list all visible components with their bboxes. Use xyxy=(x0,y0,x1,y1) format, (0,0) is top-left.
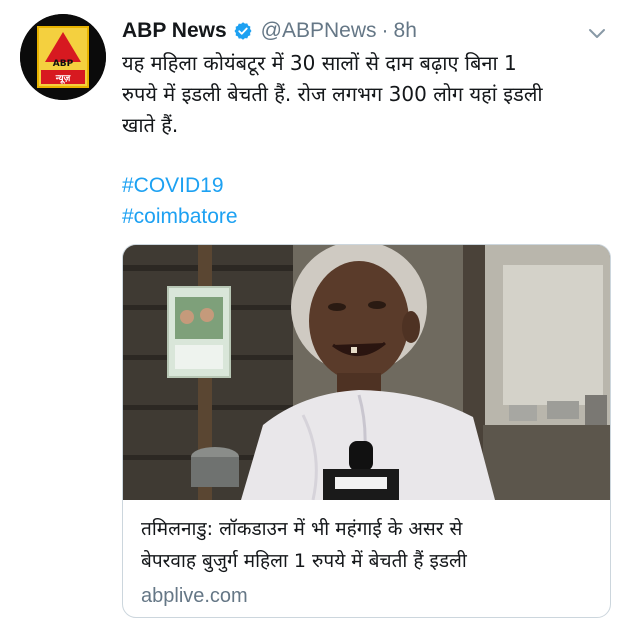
chevron-down-icon[interactable] xyxy=(586,22,608,44)
tweet-text-line: यह महिला कोयंबटूर में 30 सालों से दाम बढ… xyxy=(122,51,517,75)
avatar[interactable]: ABP न्यूज़ xyxy=(20,14,106,100)
card-title-line: तमिलनाडु: लॉकडाउन में भी महंगाई के असर स… xyxy=(141,518,463,540)
separator-dot: · xyxy=(381,19,389,42)
logo-top-text: ABP xyxy=(53,59,74,69)
card-title-line: बेपरवाह बुजुर्ग महिला 1 रुपये में बेचती … xyxy=(141,550,467,572)
verified-badge-icon xyxy=(233,21,253,41)
tweet-text: यह महिला कोयंबटूर में 30 सालों से दाम बढ… xyxy=(122,48,612,141)
hashtag-covid19[interactable]: #COVID19 xyxy=(122,174,224,198)
card-image[interactable] xyxy=(123,245,610,500)
handle[interactable]: @ABPNews xyxy=(261,19,377,43)
link-card[interactable]: तमिलनाडु: लॉकडाउन में भी महंगाई के असर स… xyxy=(122,244,611,618)
tweet[interactable]: ABP न्यूज़ ABP News @ABPNews · 8h यह महि… xyxy=(0,0,630,624)
tweet-text-line: रुपये में इडली बेचती हैं. रोज लगभग 300 ल… xyxy=(122,82,543,106)
card-domain[interactable]: abplive.com xyxy=(141,585,248,608)
abp-news-logo: ABP न्यूज़ xyxy=(20,14,106,100)
tweet-text-line: खाते हैं. xyxy=(122,113,179,137)
hashtag-coimbatore[interactable]: #coimbatore xyxy=(122,205,238,229)
timestamp[interactable]: 8h xyxy=(394,19,417,43)
logo-bottom-text: न्यूज़ xyxy=(55,74,71,84)
card-title[interactable]: तमिलनाडु: लॉकडाउन में भी महंगाई के असर स… xyxy=(141,513,601,577)
display-name[interactable]: ABP News xyxy=(122,19,227,43)
tweet-header: ABP News @ABPNews · 8h xyxy=(122,16,417,46)
